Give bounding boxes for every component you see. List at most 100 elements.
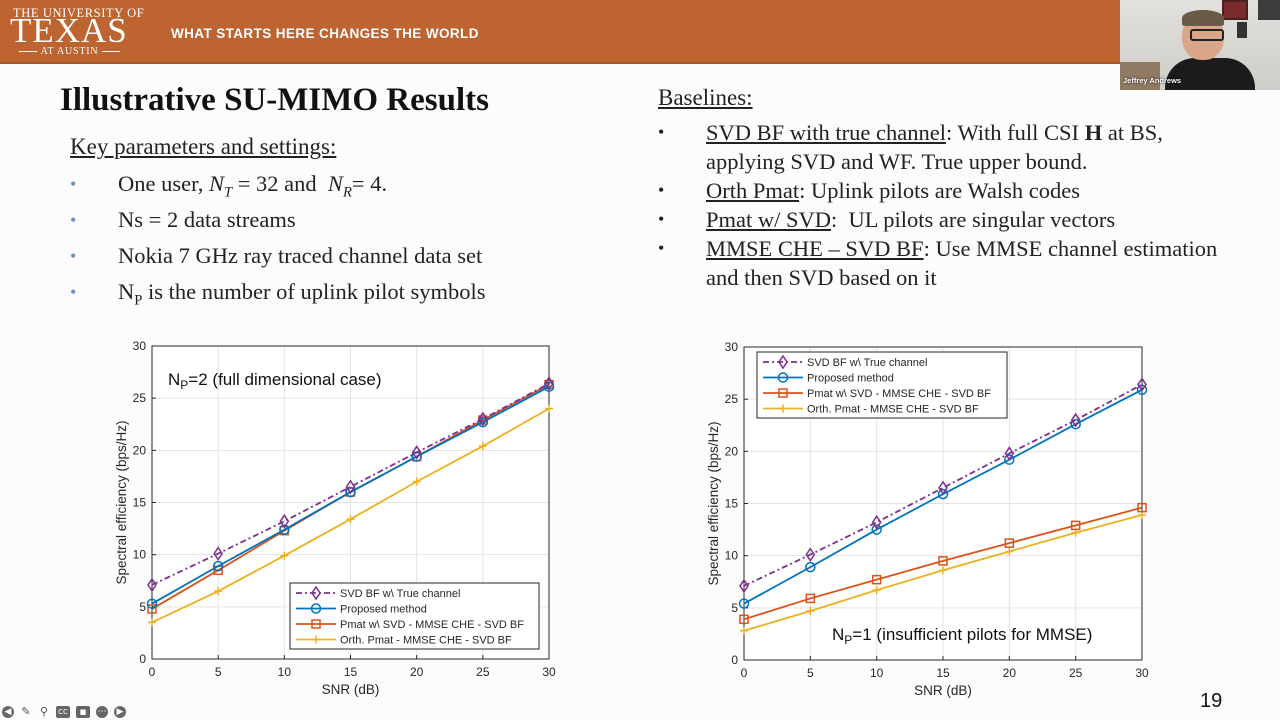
previous-slide-icon[interactable]: ◀ (2, 706, 14, 718)
legend-label: Orth. Pmat - MMSE CHE - SVD BF (340, 635, 512, 647)
legend-label: Pmat w\ SVD - MMSE CHE - SVD BF (340, 619, 524, 631)
y-tick-label: 0 (139, 652, 146, 666)
y-axis-label: Spectral efficiency (bps/Hz) (706, 421, 721, 585)
legend-label: Pmat w\ SVD - MMSE CHE - SVD BF (807, 388, 991, 400)
zoom-icon[interactable]: ⚲ (38, 706, 50, 718)
presentation-toolbar: ◀ ✎ ⚲ CC ■ ⋯ ▶ (2, 704, 126, 720)
y-tick-label: 15 (725, 497, 739, 511)
annotation-text: =2 (full dimensional case) (188, 370, 381, 389)
x-tick-label: 25 (476, 665, 490, 679)
next-slide-icon[interactable]: ▶ (114, 706, 126, 718)
y-tick-label: 0 (731, 653, 738, 667)
chart-legend: SVD BF w\ True channel Proposed method Pma… (289, 582, 540, 650)
y-tick-label: 20 (133, 443, 147, 457)
annotation-subscript: P (844, 633, 852, 647)
annotation-text: =1 (insufficient pilots for MMSE) (852, 625, 1092, 644)
y-tick-label: 10 (725, 549, 739, 563)
wall-frame (1237, 22, 1247, 38)
chart-np1: 0 5 10 15 20 25 30 0 5 10 15 20 25 30 SNR (dB) Spectral… (692, 330, 1162, 707)
x-tick-label: 10 (870, 666, 884, 680)
list-item: SVD BF with true channel: With full CSI … (658, 118, 1228, 176)
university-campus: AT AUSTIN (12, 46, 127, 57)
y-tick-label: 25 (133, 391, 147, 405)
math-subscript: T (223, 184, 233, 201)
chart-legend: SVD BF w\ True channel Proposed method Pma… (756, 351, 1008, 419)
y-tick-label: 5 (731, 601, 738, 615)
x-tick-label: 0 (149, 665, 156, 679)
x-axis-label: SNR (dB) (322, 682, 380, 697)
math-symbol: N (208, 171, 224, 196)
y-tick-label: 30 (725, 340, 739, 354)
y-tick-label: 30 (133, 339, 147, 353)
bullet-text: = 32 and (232, 171, 328, 196)
window (1258, 0, 1280, 20)
page-number: 19 (1200, 690, 1223, 712)
x-tick-label: 10 (278, 665, 292, 679)
more-icon[interactable]: ⋯ (96, 706, 108, 718)
x-tick-label: 15 (344, 665, 358, 679)
list-item: MMSE CHE – SVD BF: Use MMSE channel esti… (658, 234, 1228, 292)
bullet-text: N (118, 279, 135, 304)
y-tick-label: 15 (133, 496, 147, 510)
x-tick-label: 30 (542, 665, 556, 679)
wall-picture (1222, 0, 1248, 20)
baseline-term: MMSE CHE – SVD BF (706, 236, 924, 261)
list-item: Orth Pmat: Uplink pilots are Walsh codes (658, 176, 1228, 205)
x-axis-label: SNR (dB) (914, 683, 972, 698)
legend-label: SVD BF w\ True channel (340, 588, 460, 600)
list-item: Nokia 7 GHz ray traced channel data set (70, 238, 486, 274)
pen-icon[interactable]: ✎ (20, 706, 32, 718)
baseline-desc: : UL pilots are singular vectors (831, 207, 1116, 232)
x-tick-label: 5 (807, 666, 814, 680)
chart-np1-svg: 0 5 10 15 20 25 30 0 5 10 15 20 25 30 SNR (dB) Spectral… (706, 340, 1149, 698)
baseline-term: SVD BF with true channel (706, 120, 946, 145)
list-item: One user, NT = 32 and NR= 4. (70, 166, 486, 202)
camera-icon[interactable]: ■ (76, 706, 90, 718)
baseline-term: Pmat w/ SVD (706, 207, 832, 232)
math-subscript: R (342, 184, 352, 201)
chart-annotation: NP=1 (insufficient pilots for MMSE) (832, 625, 1092, 647)
participant-video[interactable]: Jeffrey Andrews (1120, 0, 1280, 90)
bullet-text: is the number of uplink pilot symbols (142, 279, 486, 304)
x-tick-label: 15 (936, 666, 950, 680)
chart-np2: 0 5 10 15 20 25 30 0 5 10 15 20 25 30 SNR (dB) Spectral… (100, 330, 570, 707)
key-parameters-heading: Key parameters and settings: (70, 134, 337, 159)
legend-label: Orth. Pmat - MMSE CHE - SVD BF (807, 404, 979, 416)
captions-icon[interactable]: CC (56, 706, 70, 718)
annotation-main: N (168, 370, 180, 389)
legend-label: Proposed method (807, 373, 894, 385)
key-parameters-list: One user, NT = 32 and NR= 4. Ns = 2 data… (70, 166, 486, 310)
bullet-text: = 4. (351, 171, 388, 196)
chart-np2-svg: 0 5 10 15 20 25 30 0 5 10 15 20 25 30 SNR (dB) Spectral… (114, 339, 556, 697)
baselines-heading: Baselines: (658, 85, 753, 110)
slide-title: Illustrative SU-MIMO Results (60, 82, 489, 118)
y-tick-label: 20 (725, 444, 739, 458)
x-tick-label: 25 (1069, 666, 1083, 680)
x-tick-label: 20 (410, 665, 424, 679)
y-tick-label: 25 (725, 392, 739, 406)
participant-name: Jeffrey Andrews (1123, 76, 1182, 85)
list-item: NP is the number of uplink pilot symbols (70, 274, 486, 310)
baseline-term: Orth Pmat (706, 178, 800, 203)
x-tick-label: 20 (1003, 666, 1017, 680)
participant-glasses (1190, 29, 1224, 41)
bullet-text: Nokia 7 GHz ray traced channel data set (118, 243, 483, 268)
x-tick-label: 5 (215, 665, 222, 679)
legend-label: SVD BF w\ True channel (807, 357, 927, 369)
y-axis-label: Spectral efficiency (bps/Hz) (114, 420, 129, 584)
bullet-text: Ns = 2 data streams (118, 207, 296, 232)
participant-body (1165, 58, 1255, 90)
x-tick-label: 30 (1135, 666, 1149, 680)
annotation-subscript: P (180, 378, 188, 392)
x-tick-label: 0 (741, 666, 748, 680)
y-tick-label: 10 (133, 548, 147, 562)
tagline: WHAT STARTS HERE CHANGES THE WORLD (171, 26, 479, 41)
university-logo-text: TEXAS (10, 11, 128, 50)
math-symbol: N (327, 171, 343, 196)
list-item: Pmat w/ SVD: UL pilots are singular vect… (658, 205, 1228, 234)
baseline-desc: : With full CSI (945, 120, 1085, 145)
annotation-main: N (832, 625, 844, 644)
baselines-list: SVD BF with true channel: With full CSI … (658, 118, 1228, 292)
matrix-symbol: H (1084, 120, 1103, 145)
participant-hair (1182, 10, 1224, 26)
